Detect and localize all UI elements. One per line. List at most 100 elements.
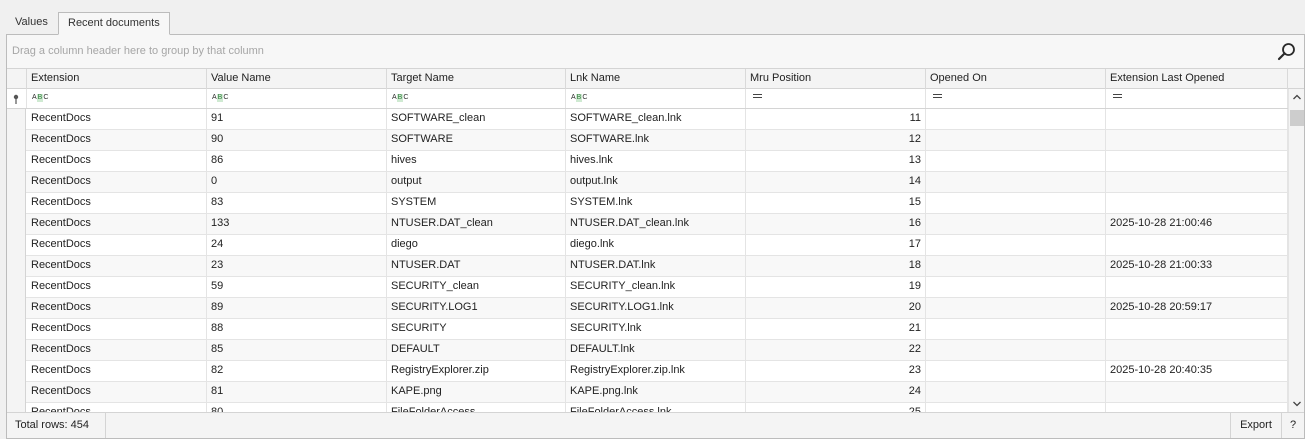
filter-cell-mru-position[interactable] — [746, 89, 926, 108]
cell-value-name[interactable]: 0 — [207, 172, 387, 192]
cell-mru-position[interactable]: 21 — [746, 319, 926, 339]
cell-extension-last-opened[interactable]: 2025-10-28 20:40:35 — [1106, 361, 1288, 381]
table-row[interactable]: RecentDocs 90 SOFTWARE SOFTWARE.lnk 12 — [7, 130, 1288, 151]
column-header-opened-on[interactable]: Opened On — [926, 69, 1106, 89]
cell-target-name[interactable]: output — [387, 172, 566, 192]
row-indicator[interactable] — [7, 214, 26, 235]
row-indicator[interactable] — [7, 235, 26, 256]
cell-value-name[interactable]: 83 — [207, 193, 387, 213]
cell-mru-position[interactable]: 20 — [746, 298, 926, 318]
cell-target-name[interactable]: hives — [387, 151, 566, 171]
cell-value-name[interactable]: 23 — [207, 256, 387, 276]
column-header-target-name[interactable]: Target Name — [387, 69, 566, 89]
tab-values[interactable]: Values — [6, 12, 57, 35]
group-panel[interactable]: Drag a column header here to group by th… — [7, 35, 1304, 69]
cell-extension-last-opened[interactable] — [1106, 235, 1288, 255]
cell-value-name[interactable]: 133 — [207, 214, 387, 234]
cell-mru-position[interactable]: 22 — [746, 340, 926, 360]
cell-mru-position[interactable]: 13 — [746, 151, 926, 171]
cell-opened-on[interactable] — [926, 109, 1106, 129]
cell-mru-position[interactable]: 14 — [746, 172, 926, 192]
table-row[interactable]: RecentDocs 0 output output.lnk 14 — [7, 172, 1288, 193]
cell-mru-position[interactable]: 17 — [746, 235, 926, 255]
cell-extension[interactable]: RecentDocs — [27, 277, 207, 297]
cell-value-name[interactable]: 85 — [207, 340, 387, 360]
cell-target-name[interactable]: SOFTWARE — [387, 130, 566, 150]
cell-mru-position[interactable]: 12 — [746, 130, 926, 150]
cell-target-name[interactable]: NTUSER.DAT — [387, 256, 566, 276]
filter-cell-lnk-name[interactable]: ABC — [566, 89, 746, 108]
row-indicator[interactable] — [7, 277, 26, 298]
cell-target-name[interactable]: FileFolderAccess — [387, 403, 566, 412]
cell-mru-position[interactable]: 23 — [746, 361, 926, 381]
cell-opened-on[interactable] — [926, 298, 1106, 318]
table-row[interactable]: RecentDocs 88 SECURITY SECURITY.lnk 21 — [7, 319, 1288, 340]
cell-lnk-name[interactable]: KAPE.png.lnk — [566, 382, 746, 402]
table-row[interactable]: RecentDocs 83 SYSTEM SYSTEM.lnk 15 — [7, 193, 1288, 214]
cell-extension[interactable]: RecentDocs — [27, 130, 207, 150]
cell-opened-on[interactable] — [926, 172, 1106, 192]
search-icon[interactable] — [1276, 41, 1298, 63]
row-indicator[interactable] — [7, 172, 26, 193]
filter-cell-value-name[interactable]: ABC — [207, 89, 387, 108]
cell-value-name[interactable]: 59 — [207, 277, 387, 297]
cell-opened-on[interactable] — [926, 403, 1106, 412]
cell-mru-position[interactable]: 18 — [746, 256, 926, 276]
cell-opened-on[interactable] — [926, 277, 1106, 297]
cell-extension[interactable]: RecentDocs — [27, 256, 207, 276]
cell-value-name[interactable]: 80 — [207, 403, 387, 412]
row-indicator[interactable] — [7, 130, 26, 151]
row-indicator[interactable] — [7, 298, 26, 319]
cell-opened-on[interactable] — [926, 382, 1106, 402]
help-button[interactable]: ? — [1281, 413, 1304, 438]
cell-mru-position[interactable]: 11 — [746, 109, 926, 129]
cell-extension-last-opened[interactable] — [1106, 319, 1288, 339]
table-row[interactable]: RecentDocs 91 SOFTWARE_clean SOFTWARE_clean… — [7, 109, 1288, 130]
cell-target-name[interactable]: SYSTEM — [387, 193, 566, 213]
cell-extension-last-opened[interactable] — [1106, 151, 1288, 171]
cell-extension[interactable]: RecentDocs — [27, 382, 207, 402]
cell-opened-on[interactable] — [926, 361, 1106, 381]
cell-extension[interactable]: RecentDocs — [27, 193, 207, 213]
column-header-extension-last-opened[interactable]: Extension Last Opened — [1106, 69, 1288, 89]
cell-opened-on[interactable] — [926, 151, 1106, 171]
filter-cell-opened-on[interactable] — [926, 89, 1106, 108]
cell-mru-position[interactable]: 15 — [746, 193, 926, 213]
cell-value-name[interactable]: 91 — [207, 109, 387, 129]
cell-opened-on[interactable] — [926, 235, 1106, 255]
tab-recent-documents[interactable]: Recent documents — [58, 12, 170, 35]
cell-target-name[interactable]: NTUSER.DAT_clean — [387, 214, 566, 234]
table-row[interactable]: RecentDocs 59 SECURITY_clean SECURITY_clean… — [7, 277, 1288, 298]
cell-opened-on[interactable] — [926, 130, 1106, 150]
cell-extension[interactable]: RecentDocs — [27, 319, 207, 339]
cell-extension-last-opened[interactable]: 2025-10-28 20:59:17 — [1106, 298, 1288, 318]
cell-value-name[interactable]: 82 — [207, 361, 387, 381]
filter-cell-extension[interactable]: ABC — [27, 89, 207, 108]
cell-extension-last-opened[interactable]: 2025-10-28 21:00:46 — [1106, 214, 1288, 234]
cell-extension-last-opened[interactable] — [1106, 382, 1288, 402]
cell-value-name[interactable]: 90 — [207, 130, 387, 150]
cell-extension[interactable]: RecentDocs — [27, 340, 207, 360]
cell-extension-last-opened[interactable] — [1106, 193, 1288, 213]
table-row[interactable]: RecentDocs 86 hives hives.lnk 13 — [7, 151, 1288, 172]
cell-lnk-name[interactable]: NTUSER.DAT_clean.lnk — [566, 214, 746, 234]
cell-mru-position[interactable]: 24 — [746, 382, 926, 402]
cell-target-name[interactable]: diego — [387, 235, 566, 255]
cell-extension-last-opened[interactable] — [1106, 403, 1288, 412]
cell-target-name[interactable]: SECURITY — [387, 319, 566, 339]
cell-target-name[interactable]: SECURITY_clean — [387, 277, 566, 297]
cell-lnk-name[interactable]: SOFTWARE_clean.lnk — [566, 109, 746, 129]
table-row[interactable]: RecentDocs 80 FileFolderAccess FileFolderAc… — [7, 403, 1288, 412]
cell-opened-on[interactable] — [926, 340, 1106, 360]
cell-extension[interactable]: RecentDocs — [27, 109, 207, 129]
row-indicator[interactable] — [7, 403, 26, 412]
cell-lnk-name[interactable]: DEFAULT.lnk — [566, 340, 746, 360]
cell-extension-last-opened[interactable] — [1106, 172, 1288, 192]
cell-mru-position[interactable]: 16 — [746, 214, 926, 234]
cell-lnk-name[interactable]: hives.lnk — [566, 151, 746, 171]
cell-lnk-name[interactable]: SECURITY_clean.lnk — [566, 277, 746, 297]
column-header-value-name[interactable]: Value Name — [207, 69, 387, 89]
table-row[interactable]: RecentDocs 24 diego diego.lnk 17 — [7, 235, 1288, 256]
cell-extension-last-opened[interactable] — [1106, 277, 1288, 297]
cell-opened-on[interactable] — [926, 214, 1106, 234]
